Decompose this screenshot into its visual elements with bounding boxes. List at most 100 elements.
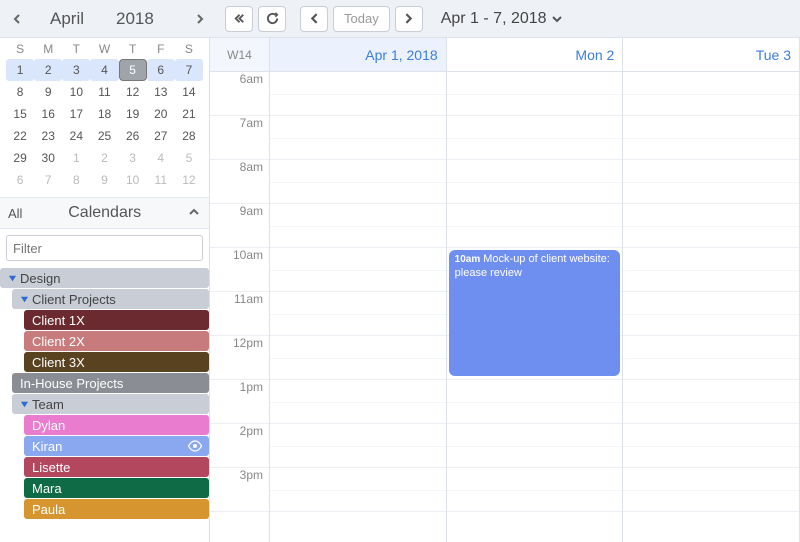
day-column[interactable]: 10amMock-up of client website: please re…	[447, 72, 624, 542]
time-slot-label: 12pm	[210, 336, 269, 380]
today-button[interactable]: Today	[333, 6, 390, 32]
mini-calendar-day[interactable]: 8	[6, 81, 34, 103]
calendar-label: Team	[32, 397, 203, 412]
calendar-item[interactable]: Client 3X	[24, 352, 209, 372]
calendar-item[interactable]: Mara	[24, 478, 209, 498]
chevron-up-icon	[187, 205, 201, 219]
mini-calendar-day[interactable]: 15	[6, 103, 34, 125]
time-slot-label: 9am	[210, 204, 269, 248]
mini-calendar-day[interactable]: 6	[147, 59, 175, 81]
calendar-group[interactable]: In-House Projects	[12, 373, 209, 393]
mini-calendar-day[interactable]: 20	[147, 103, 175, 125]
day-header[interactable]: Tue 3	[623, 38, 800, 71]
mini-calendar-day[interactable]: 24	[62, 125, 90, 147]
day-column[interactable]	[270, 72, 447, 542]
mini-calendar-day[interactable]: 10	[119, 169, 147, 191]
calendar-item[interactable]: Client 2X	[24, 331, 209, 351]
mini-calendar-day[interactable]: 9	[34, 81, 62, 103]
mini-calendar-day[interactable]: 18	[90, 103, 118, 125]
mini-calendar-day[interactable]: 29	[6, 147, 34, 169]
time-slot-label: 7am	[210, 116, 269, 160]
mini-calendar-day[interactable]: 11	[90, 81, 118, 103]
next-month-button[interactable]	[189, 8, 211, 30]
mini-calendar-day[interactable]: 5	[175, 147, 203, 169]
mini-calendar-day[interactable]: 4	[147, 147, 175, 169]
mini-calendar-day[interactable]: 8	[62, 169, 90, 191]
calendar-item[interactable]: Paula	[24, 499, 209, 519]
chevron-down-icon	[551, 13, 563, 25]
mini-calendar-day[interactable]: 21	[175, 103, 203, 125]
day-header[interactable]: Apr 1, 2018	[270, 38, 447, 71]
calendar-item[interactable]: Lisette	[24, 457, 209, 477]
mini-calendar-day[interactable]: 9	[90, 169, 118, 191]
mini-calendar-day[interactable]: 26	[119, 125, 147, 147]
mini-calendar-day[interactable]: 4	[90, 59, 118, 81]
mini-calendar-day[interactable]: 3	[119, 147, 147, 169]
mini-calendar-day[interactable]: 6	[6, 169, 34, 191]
event-time: 10am	[455, 254, 481, 265]
mini-calendar-day[interactable]: 23	[34, 125, 62, 147]
mini-calendar-day[interactable]: 16	[34, 103, 62, 125]
calendar-event[interactable]: 10amMock-up of client website: please re…	[449, 250, 621, 376]
mini-calendar-day[interactable]: 10	[62, 81, 90, 103]
mini-calendar-day[interactable]: 2	[34, 59, 62, 81]
mini-calendar: SMTWTFS 12345678910111213141516171819202…	[0, 38, 209, 197]
mini-calendar-day[interactable]: 7	[175, 59, 203, 81]
caret-down-icon	[8, 274, 17, 283]
show-all-calendars[interactable]: All	[8, 206, 22, 221]
toolbar-range-group: Today	[300, 6, 423, 32]
mini-calendar-day[interactable]: 3	[62, 59, 90, 81]
calendar-group[interactable]: Design	[0, 268, 209, 288]
day-header[interactable]: Mon 2	[447, 38, 624, 71]
mini-calendar-day[interactable]: 30	[34, 147, 62, 169]
mini-calendar-day[interactable]: 22	[6, 125, 34, 147]
calendar-group[interactable]: Team	[12, 394, 209, 414]
refresh-button[interactable]	[258, 6, 286, 32]
toolbar-nav-group	[225, 6, 286, 32]
prev-range-button[interactable]	[300, 6, 328, 32]
collapse-calendars-button[interactable]	[187, 205, 201, 222]
next-range-button[interactable]	[395, 6, 423, 32]
grid-body[interactable]: 6am7am8am9am10am11am12pm1pm2pm3pm 10amMo…	[210, 72, 800, 542]
weekday-label: W	[90, 42, 118, 56]
mini-calendar-day[interactable]: 2	[90, 147, 118, 169]
calendar-group[interactable]: Client Projects	[12, 289, 209, 309]
weekday-label: T	[62, 42, 90, 56]
collapse-button[interactable]	[225, 6, 253, 32]
mini-calendar-day[interactable]: 7	[34, 169, 62, 191]
mini-calendar-day[interactable]: 25	[90, 125, 118, 147]
calendar-label: Kiran	[32, 439, 187, 454]
mini-calendar-day[interactable]: 14	[175, 81, 203, 103]
calendar-item[interactable]: Dylan	[24, 415, 209, 435]
month-nav: April 2018	[6, 8, 211, 30]
calendar-label: In-House Projects	[20, 376, 203, 391]
date-range-label: Apr 1 - 7, 2018	[441, 10, 547, 28]
chevron-left-icon	[11, 13, 23, 25]
sidebar: SMTWTFS 12345678910111213141516171819202…	[0, 38, 210, 542]
prev-month-button[interactable]	[6, 8, 28, 30]
filter-input[interactable]	[6, 235, 203, 261]
year-label: 2018	[116, 9, 154, 29]
mini-calendar-day[interactable]: 12	[175, 169, 203, 191]
mini-calendar-day[interactable]: 19	[119, 103, 147, 125]
mini-calendar-day[interactable]: 5	[119, 59, 147, 81]
mini-calendar-day[interactable]: 1	[62, 147, 90, 169]
mini-calendar-day[interactable]: 12	[119, 81, 147, 103]
calendar-tree: DesignClient ProjectsClient 1XClient 2XC…	[0, 267, 209, 519]
mini-calendar-day[interactable]: 1	[6, 59, 34, 81]
mini-calendar-day[interactable]: 11	[147, 169, 175, 191]
calendar-item[interactable]: Client 1X	[24, 310, 209, 330]
time-slot-label: 3pm	[210, 468, 269, 512]
weekday-label: T	[119, 42, 147, 56]
mini-calendar-day[interactable]: 17	[62, 103, 90, 125]
calendar-item[interactable]: Kiran	[24, 436, 209, 456]
visibility-eye-icon[interactable]	[187, 440, 203, 452]
mini-calendar-day[interactable]: 27	[147, 125, 175, 147]
filter-wrap	[0, 229, 209, 267]
refresh-icon	[266, 12, 279, 25]
mini-calendar-day[interactable]: 28	[175, 125, 203, 147]
mini-calendar-day[interactable]: 13	[147, 81, 175, 103]
week-number: W14	[210, 38, 270, 71]
date-range-picker[interactable]: Apr 1 - 7, 2018	[441, 10, 563, 28]
day-column[interactable]	[623, 72, 800, 542]
